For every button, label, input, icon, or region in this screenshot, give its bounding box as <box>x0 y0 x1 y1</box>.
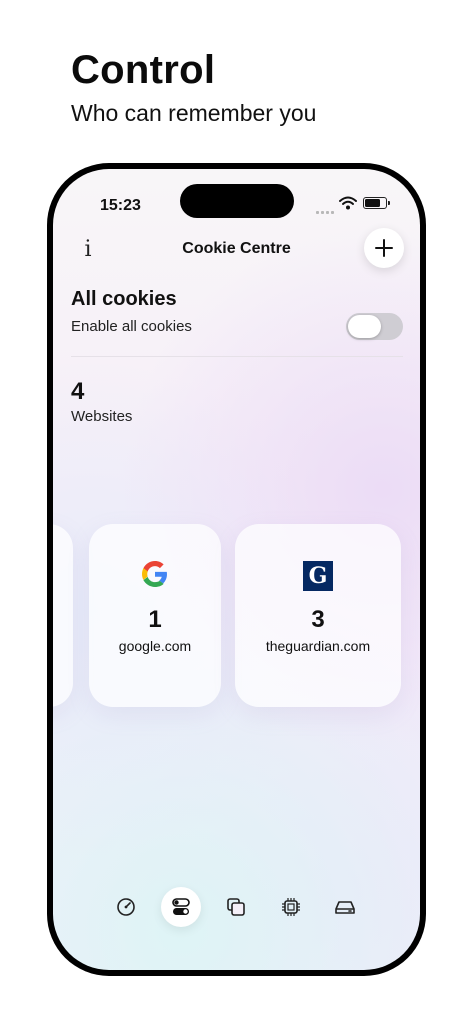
site-cookie-count: 1 <box>148 606 162 633</box>
site-card-guardian[interactable]: G 3 theguardian.com <box>235 524 401 707</box>
site-card-google[interactable]: 1 google.com <box>89 524 221 707</box>
guardian-logo-icon: G <box>303 561 333 591</box>
tab-speedometer[interactable] <box>106 887 146 927</box>
tab-toggles[interactable] <box>161 887 201 927</box>
google-logo-icon <box>142 561 167 587</box>
site-cookie-count: 3 <box>311 606 325 633</box>
site-card-partial[interactable] <box>53 524 73 707</box>
tab-drive[interactable] <box>325 887 365 927</box>
all-cookies-title: All cookies <box>71 288 177 310</box>
tab-copy[interactable] <box>216 887 256 927</box>
battery-icon <box>363 197 390 209</box>
copy-icon <box>227 898 245 916</box>
cellular-signal-icon <box>316 201 336 219</box>
toggle-knob <box>348 315 381 338</box>
promo-headline: Control <box>71 48 216 92</box>
site-domain: google.com <box>118 638 192 654</box>
site-domain: theguardian.com <box>265 638 371 654</box>
add-button[interactable] <box>364 228 404 268</box>
app-store-promo-page: Control Who can remember you 15:23 i Coo… <box>0 0 473 1024</box>
phone-frame: 15:23 i Cookie Centre All cookies Enable… <box>47 163 426 976</box>
drive-icon <box>335 901 355 914</box>
divider <box>71 356 403 357</box>
toggles-icon <box>172 898 190 915</box>
guardian-logo-letter: G <box>308 563 328 589</box>
plus-icon <box>375 239 393 257</box>
enable-all-cookies-toggle[interactable] <box>346 313 403 340</box>
tab-bar <box>53 887 420 927</box>
chip-icon <box>282 898 300 916</box>
all-cookies-subtitle: Enable all cookies <box>71 318 192 335</box>
websites-count: 4 <box>71 378 85 405</box>
wifi-icon <box>339 196 357 215</box>
status-time: 15:23 <box>100 197 141 214</box>
phone-screen: 15:23 i Cookie Centre All cookies Enable… <box>53 169 420 970</box>
websites-label: Websites <box>71 408 133 425</box>
dynamic-island <box>180 184 294 218</box>
speedometer-icon <box>117 898 135 916</box>
promo-subheadline: Who can remember you <box>71 100 317 126</box>
tab-chip[interactable] <box>271 887 311 927</box>
